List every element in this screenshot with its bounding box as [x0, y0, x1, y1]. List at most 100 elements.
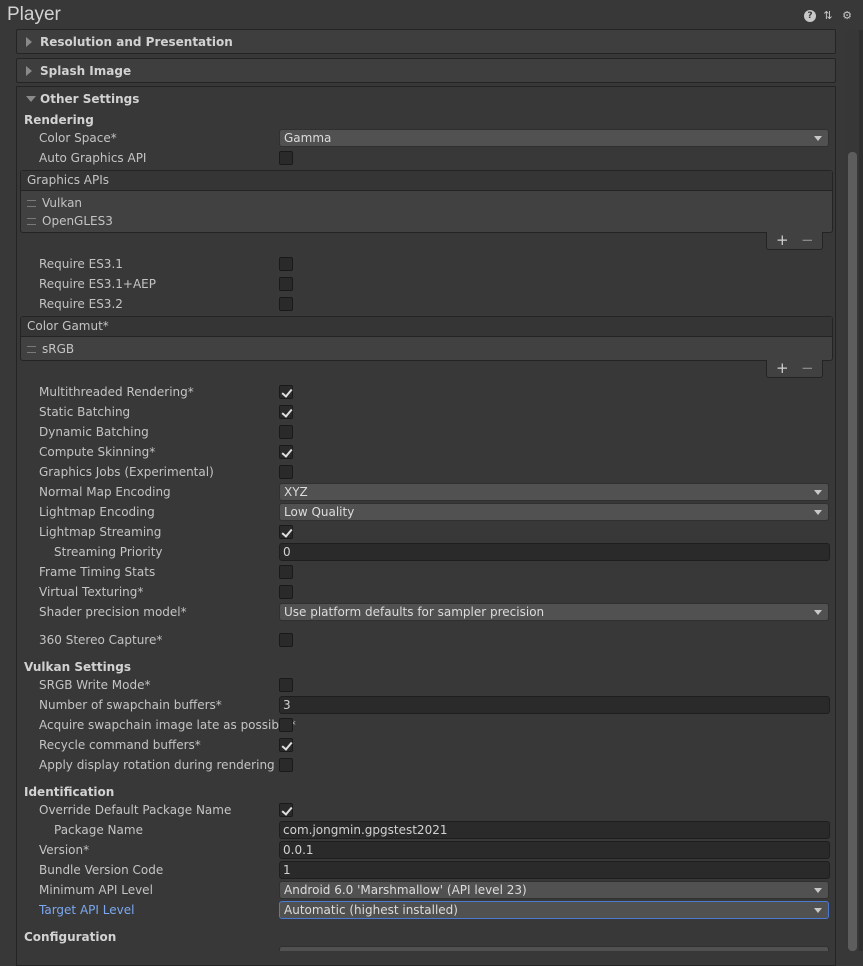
list-header: Graphics APIs — [21, 171, 832, 191]
lightmap-encoding-label: Lightmap Encoding — [39, 505, 155, 519]
virtual-texturing-checkbox[interactable] — [279, 585, 293, 599]
bundle-code-field[interactable]: 1 — [279, 861, 830, 879]
graphics-jobs-checkbox[interactable] — [279, 465, 293, 479]
foldout-other-settings[interactable]: Other Settings — [16, 86, 836, 111]
foldout-resolution[interactable]: Resolution and Presentation — [16, 29, 836, 54]
require-es31-aep-checkbox[interactable] — [279, 277, 293, 291]
chevron-down-icon — [814, 490, 822, 495]
min-api-dropdown[interactable]: Android 6.0 'Marshmallow' (API level 23) — [279, 881, 829, 899]
help-icon[interactable]: ? — [804, 10, 816, 22]
dropdown-value: Automatic (highest installed) — [284, 903, 458, 917]
graphics-apis-footer: + − — [766, 232, 823, 250]
chevron-down-icon — [814, 610, 822, 615]
multithreaded-label: Multithreaded Rendering* — [39, 385, 194, 399]
graphics-apis-list: Graphics APIs Vulkan OpenGLES3 — [20, 170, 833, 233]
auto-graphics-checkbox[interactable] — [279, 151, 293, 165]
chevron-down-icon — [26, 96, 36, 102]
chevron-down-icon — [814, 510, 822, 515]
frame-timing-checkbox[interactable] — [279, 565, 293, 579]
multithreaded-checkbox[interactable] — [279, 385, 293, 399]
section-configuration: Configuration — [24, 930, 117, 944]
override-package-checkbox[interactable] — [279, 803, 293, 817]
virtual-texturing-label: Virtual Texturing* — [39, 585, 144, 599]
presets-icon[interactable]: ⇅ — [822, 10, 834, 22]
color-space-label: Color Space* — [39, 131, 117, 145]
require-es31-checkbox[interactable] — [279, 257, 293, 271]
color-gamut-list: Color Gamut* sRGB — [20, 316, 833, 361]
chevron-right-icon — [26, 66, 32, 76]
gear-icon[interactable]: ⚙ — [841, 10, 853, 22]
add-item-button[interactable]: + — [776, 360, 789, 376]
require-es32-checkbox[interactable] — [279, 297, 293, 311]
adjacent-panel-edge — [859, 30, 863, 951]
stereo-capture-label: 360 Stereo Capture* — [39, 633, 163, 647]
drag-handle-icon[interactable] — [27, 346, 36, 353]
normal-map-label: Normal Map Encoding — [39, 485, 171, 499]
dropdown-value: XYZ — [284, 485, 308, 499]
version-field[interactable]: 0.0.1 — [279, 841, 830, 859]
drag-handle-icon[interactable] — [27, 218, 36, 225]
foldout-label: Resolution and Presentation — [40, 35, 233, 49]
list-item-label: sRGB — [42, 342, 75, 356]
dynamic-batching-checkbox[interactable] — [279, 425, 293, 439]
section-identification: Identification — [24, 785, 115, 799]
section-rendering: Rendering — [24, 113, 94, 127]
graphics-jobs-label: Graphics Jobs (Experimental) — [39, 465, 214, 479]
color-space-dropdown[interactable]: Gamma — [279, 129, 829, 147]
srgb-write-label: SRGB Write Mode* — [39, 678, 151, 692]
list-item-label: OpenGLES3 — [42, 214, 113, 228]
window-title: Player — [7, 4, 61, 25]
chevron-down-icon — [814, 136, 822, 141]
drag-handle-icon[interactable] — [27, 200, 36, 207]
swapchain-buffers-field[interactable]: 3 — [279, 696, 830, 714]
swapchain-buffers-label: Number of swapchain buffers* — [39, 698, 222, 712]
recycle-buffers-checkbox[interactable] — [279, 738, 293, 752]
foldout-label: Splash Image — [40, 64, 132, 78]
color-gamut-footer: + − — [766, 360, 823, 378]
min-api-label: Minimum API Level — [39, 883, 153, 897]
shader-precision-label: Shader precision model* — [39, 605, 187, 619]
dropdown-value: Gamma — [284, 131, 332, 145]
inspector-title-bar: Player ? ⇅ ⚙ — [0, 0, 863, 30]
require-es31-label: Require ES3.1 — [39, 257, 123, 271]
foldout-label: Other Settings — [40, 92, 140, 106]
auto-graphics-label: Auto Graphics API — [39, 151, 147, 165]
shader-precision-dropdown[interactable]: Use platform defaults for sampler precis… — [279, 603, 829, 621]
section-vulkan: Vulkan Settings — [24, 660, 131, 674]
srgb-write-checkbox[interactable] — [279, 678, 293, 692]
bundle-code-label: Bundle Version Code — [39, 863, 164, 877]
acquire-late-checkbox[interactable] — [279, 718, 293, 732]
display-rotation-label: Apply display rotation during rendering — [39, 758, 275, 772]
target-api-dropdown[interactable]: Automatic (highest installed) — [279, 901, 829, 919]
package-name-field[interactable]: com.jongmin.gpgstest2021 — [279, 821, 830, 839]
display-rotation-checkbox[interactable] — [279, 758, 293, 772]
dynamic-batching-label: Dynamic Batching — [39, 425, 149, 439]
static-batching-checkbox[interactable] — [279, 405, 293, 419]
list-item[interactable]: OpenGLES3 — [27, 214, 113, 228]
lightmap-streaming-label: Lightmap Streaming — [39, 525, 162, 539]
add-item-button[interactable]: + — [776, 232, 789, 248]
scrollbar-thumb[interactable] — [848, 152, 857, 951]
compute-skinning-label: Compute Skinning* — [39, 445, 156, 459]
chevron-right-icon — [26, 37, 32, 47]
dropdown-value: Use platform defaults for sampler precis… — [284, 605, 545, 619]
static-batching-label: Static Batching — [39, 405, 131, 419]
stereo-capture-checkbox[interactable] — [279, 633, 293, 647]
configuration-dropdown-partial[interactable] — [279, 946, 829, 951]
remove-item-button[interactable]: − — [801, 360, 814, 376]
recycle-buffers-label: Recycle command buffers* — [39, 738, 201, 752]
list-header: Color Gamut* — [21, 317, 832, 337]
frame-timing-label: Frame Timing Stats — [39, 565, 156, 579]
compute-skinning-checkbox[interactable] — [279, 445, 293, 459]
streaming-priority-field[interactable]: 0 — [279, 543, 830, 561]
list-item[interactable]: Vulkan — [27, 196, 82, 210]
streaming-priority-label: Streaming Priority — [54, 545, 163, 559]
lightmap-streaming-checkbox[interactable] — [279, 525, 293, 539]
list-item-label: Vulkan — [42, 196, 83, 210]
remove-item-button[interactable]: − — [801, 232, 814, 248]
dropdown-value: Android 6.0 'Marshmallow' (API level 23) — [284, 883, 527, 897]
normal-map-dropdown[interactable]: XYZ — [279, 483, 829, 501]
list-item[interactable]: sRGB — [27, 342, 74, 356]
lightmap-encoding-dropdown[interactable]: Low Quality — [279, 503, 829, 521]
foldout-splash[interactable]: Splash Image — [16, 58, 836, 83]
